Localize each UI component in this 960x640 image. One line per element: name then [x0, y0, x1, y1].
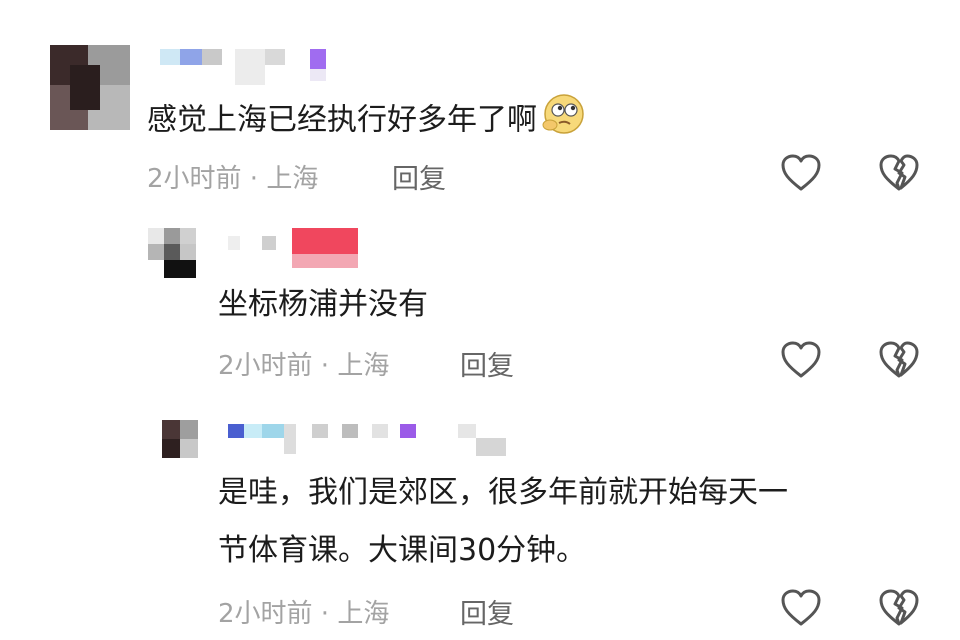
broken-heart-outline-icon[interactable]: [878, 340, 920, 384]
heart-outline-icon[interactable]: [780, 153, 822, 197]
comment-meta: 2小时前 · 上海: [218, 351, 390, 381]
reply-button[interactable]: 回复: [392, 157, 446, 196]
avatar[interactable]: [148, 228, 196, 278]
comment-text: 感觉上海已经执行好多年了啊: [147, 93, 587, 149]
reply-button[interactable]: 回复: [460, 344, 514, 383]
broken-heart-outline-icon[interactable]: [878, 153, 920, 197]
comment-text: 坐标杨浦并没有: [218, 287, 428, 322]
heart-outline-icon[interactable]: [780, 340, 822, 384]
username-redacted[interactable]: [228, 420, 518, 460]
broken-heart-outline-icon[interactable]: [878, 588, 920, 632]
username-redacted[interactable]: [160, 45, 340, 85]
avatar[interactable]: [50, 45, 130, 130]
reply-item: 坐标杨浦并没有 2小时前 · 上海 回复: [0, 210, 960, 400]
reply-button[interactable]: 回复: [460, 592, 514, 631]
comment-text-line-2: 节体育课。大课间30分钟。: [218, 533, 587, 568]
comment-meta: 2小时前 · 上海: [147, 164, 319, 194]
comment-meta: 2小时前 · 上海: [218, 599, 390, 629]
comment-text-line-1: 是哇，我们是郊区，很多年前就开始每天一: [218, 475, 788, 510]
username-redacted[interactable]: [228, 228, 368, 268]
heart-outline-icon[interactable]: [780, 588, 822, 632]
comment-item: 感觉上海已经执行好多年了啊 2小时前 · 上海 回复: [0, 0, 960, 210]
comment-text-content: 感觉上海已经执行好多年了啊: [147, 102, 537, 138]
reply-item: 是哇，我们是郊区，很多年前就开始每天一 节体育课。大课间30分钟。 2小时前 ·…: [0, 400, 960, 640]
pondering-face-emoji-icon: [541, 93, 587, 149]
avatar[interactable]: [162, 420, 198, 458]
